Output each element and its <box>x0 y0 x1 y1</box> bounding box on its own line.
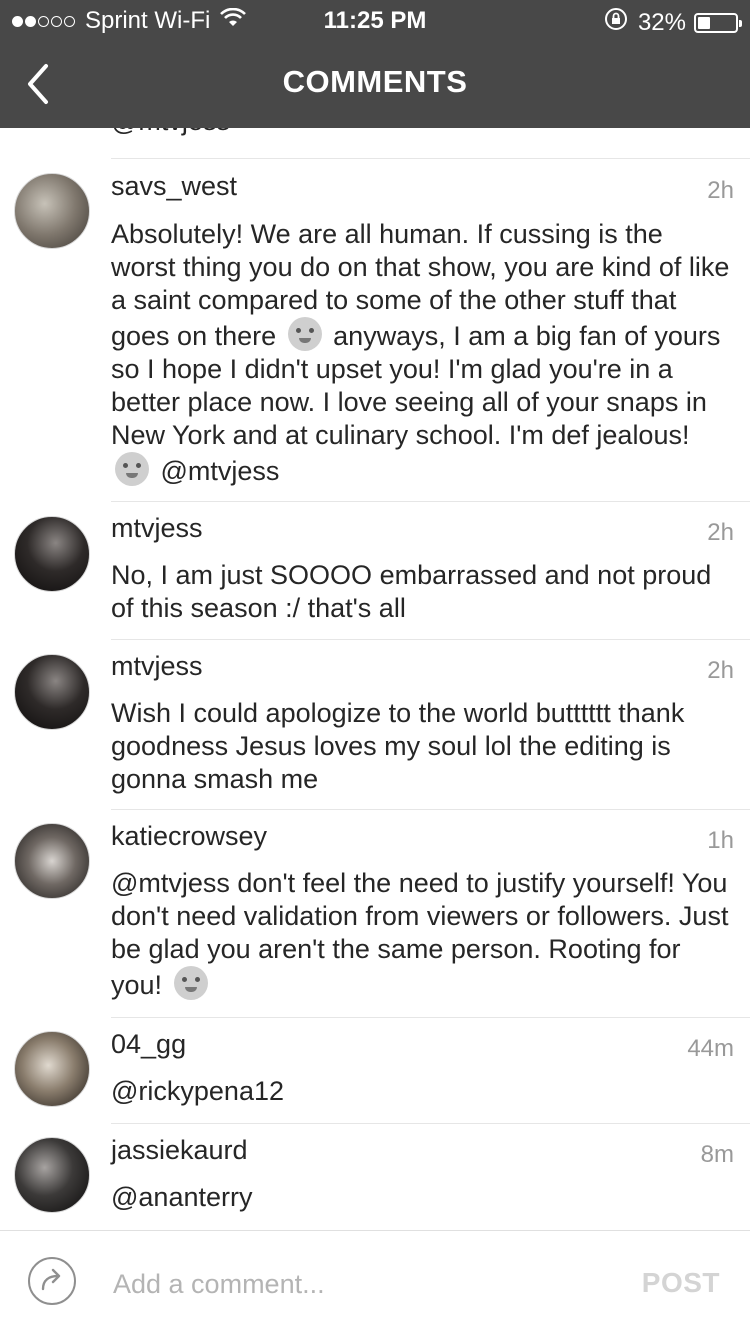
comment-username[interactable]: katiecrowsey <box>111 821 267 852</box>
comment-composer: POST <box>0 1230 750 1335</box>
divider <box>111 501 750 502</box>
divider <box>111 639 750 640</box>
comment-time: 1h <box>707 827 734 854</box>
comment-text: @mtvjess don't feel the need to justify … <box>111 867 732 1002</box>
kiss-emoji-icon <box>115 452 149 486</box>
comment-username[interactable]: jassiekaurd <box>111 1135 248 1166</box>
battery-percent: 32% <box>637 8 686 36</box>
comment-text: No, I am just SOOOO embarrassed and not … <box>111 560 712 623</box>
comment-time: 44m <box>687 1035 734 1062</box>
status-right: 32% <box>604 7 742 38</box>
comment-username[interactable]: 04_gg <box>111 1029 186 1060</box>
top-bar: Sprint Wi-Fi 11:25 PM 32% COMMENTS <box>0 0 750 128</box>
battery-icon <box>694 12 742 33</box>
share-button[interactable] <box>28 1257 76 1305</box>
divider <box>111 158 750 159</box>
comment-time: 2h <box>707 519 734 546</box>
previous-comment-tail[interactable]: @mtvjess <box>111 128 230 137</box>
comment-time: 2h <box>707 657 734 684</box>
divider <box>111 1123 750 1124</box>
avatar[interactable] <box>14 516 90 592</box>
post-button[interactable]: POST <box>642 1267 720 1299</box>
avatar[interactable] <box>14 654 90 730</box>
page-title: COMMENTS <box>282 64 468 99</box>
avatar[interactable] <box>14 823 90 899</box>
avatar[interactable] <box>14 1031 90 1107</box>
comment-text: Wish I could apologize to the world butt… <box>111 698 685 794</box>
mention-link[interactable]: @ananterry <box>111 1181 732 1214</box>
divider <box>111 1017 750 1018</box>
comment-time: 8m <box>700 1141 734 1168</box>
kiss-emoji-icon <box>173 966 208 1000</box>
comment-username[interactable]: savs_west <box>111 171 237 202</box>
mention-link[interactable]: @rickypena12 <box>111 1075 732 1108</box>
share-arrow-icon <box>41 1268 61 1291</box>
comment-username[interactable]: mtvjess <box>111 651 203 682</box>
status-bar: Sprint Wi-Fi 11:25 PM 32% <box>0 0 750 40</box>
winking-tongue-emoji-icon <box>287 317 322 351</box>
divider <box>111 809 750 810</box>
mention-link[interactable]: @mtvjess <box>161 456 280 486</box>
comment-username[interactable]: mtvjess <box>111 513 203 544</box>
comment-text: Absolutely! We are all human. If cussing… <box>111 218 732 488</box>
battery-fill <box>698 16 710 29</box>
comment-time: 2h <box>707 177 734 204</box>
orientation-lock-icon <box>604 7 628 38</box>
battery-tip <box>739 19 742 27</box>
avatar[interactable] <box>14 1137 90 1213</box>
avatar[interactable] <box>14 173 90 249</box>
comment-list[interactable]: @mtvjess savs_west 2h Absolutely! We are… <box>0 128 750 1230</box>
comment-input[interactable] <box>111 1257 595 1311</box>
